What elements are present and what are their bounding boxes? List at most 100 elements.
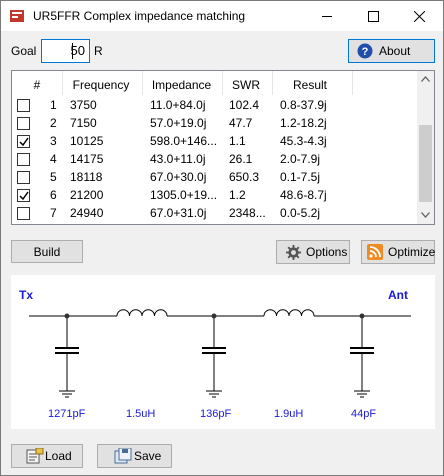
text-caret [72,43,73,59]
row-impedance: 67.0+30.0j [150,170,207,184]
row-impedance: 11.0+84.0j [150,98,206,112]
row-number: 3 [50,134,57,148]
row-number: 4 [50,152,57,166]
row-checkbox[interactable] [17,135,30,148]
row-number: 7 [50,206,57,220]
table-row[interactable]: 1 3750 11.0+84.0j 102.4 0.8-37.9j [12,96,417,114]
row-swr: 2348... [229,206,266,220]
gear-icon [286,245,301,260]
table-scrollbar[interactable] [417,71,434,224]
matching-network-schematic: Tx Ant 1271pF 1.5uH 136pF 1.9uH 44pF [11,275,435,429]
col-frequency-header[interactable]: Frequency [64,78,138,92]
help-icon: ? [357,43,373,59]
row-number: 6 [50,188,57,202]
row-result: 45.3-4.3j [280,134,327,148]
row-frequency: 14175 [70,152,104,166]
col-swr-header[interactable]: SWR [223,78,269,92]
goal-unit: R [94,44,103,58]
row-result: 0.8-37.9j [280,98,327,112]
table-row[interactable]: 6 21200 1305.0+19... 1.2 48.6-8.7j [12,186,417,204]
l1-value: 1.5uH [126,408,156,420]
row-swr: 102.4 [229,98,260,112]
row-checkbox[interactable] [17,207,30,220]
maximize-button[interactable] [351,1,397,31]
rss-icon [367,244,383,260]
c1-value: 1271pF [48,408,86,420]
table-header: # Frequency Impedance SWR Result [12,71,417,96]
optimize-button[interactable]: Optimize [361,240,435,264]
load-icon [26,448,44,464]
row-swr: 26.1 [229,152,253,166]
build-label: Build [33,244,61,259]
table-row[interactable]: 5 18118 67.0+30.0j 650.3 0.1-7.5j [12,168,417,186]
row-swr: 650.3 [229,170,260,184]
row-number: 2 [50,116,57,130]
goal-input[interactable]: 50 [41,39,90,63]
app-icon [10,10,24,22]
row-frequency: 21200 [70,188,104,202]
scroll-down-icon[interactable] [421,212,430,218]
circuit-diagram [29,309,411,398]
l2-value: 1.9uH [274,408,304,420]
row-impedance: 57.0+19.0j [150,116,207,130]
row-result: 0.1-7.5j [280,170,321,184]
row-number: 1 [50,98,57,112]
save-label: Save [134,449,162,463]
c3-value: 44pF [351,408,377,420]
title-bar[interactable]: UR5FFR Complex impedance matching [1,1,443,31]
row-impedance: 67.0+31.0j [150,206,207,220]
load-label: Load [45,449,72,463]
app-window: UR5FFR Complex impedance matching Goal 5… [0,0,444,476]
scroll-up-icon[interactable] [421,76,430,82]
row-frequency: 24940 [70,206,104,220]
row-result: 0.0-5.2j [280,206,321,220]
close-button[interactable] [397,1,443,31]
maximize-icon [368,11,379,22]
col-result-header[interactable]: Result [273,78,347,92]
minimize-icon [322,16,332,17]
row-number: 5 [50,170,57,184]
row-impedance: 598.0+146... [150,134,218,148]
load-button[interactable]: Load [11,444,83,468]
about-button[interactable]: ? About [348,39,435,63]
row-swr: 1.1 [229,134,246,148]
frequency-table[interactable]: # Frequency Impedance SWR Result 1 3750 … [11,70,435,225]
checkmark-icon [19,191,29,201]
row-frequency: 7150 [70,116,97,130]
save-icon [114,448,132,464]
table-row[interactable]: 2 7150 57.0+19.0j 47.7 1.2-18.2j [12,114,417,132]
scrollbar-thumb[interactable] [419,125,432,202]
row-impedance: 43.0+11.0j [150,152,206,166]
table-row[interactable]: 4 14175 43.0+11.0j 26.1 2.0-7.9j [12,150,417,168]
row-checkbox[interactable] [17,153,30,166]
row-frequency: 3750 [70,98,97,112]
minimize-button[interactable] [305,1,351,31]
table-row[interactable]: 3 10125 598.0+146... 1.1 45.3-4.3j [12,132,417,150]
save-button[interactable]: Save [97,444,172,468]
about-label: About [379,44,411,58]
col-num-header[interactable]: # [31,78,43,92]
row-result: 2.0-7.9j [280,152,321,166]
row-swr: 1.2 [229,188,246,202]
window-title: UR5FFR Complex impedance matching [33,9,246,23]
row-frequency: 10125 [70,134,104,148]
close-icon [414,11,425,22]
row-result: 48.6-8.7j [280,188,327,202]
c2-value: 136pF [200,408,232,420]
options-button[interactable]: Options [276,240,350,264]
build-button[interactable]: Build [11,240,83,263]
table-row[interactable]: 7 24940 67.0+31.0j 2348... 0.0-5.2j [12,204,417,222]
row-frequency: 18118 [70,170,103,184]
col-impedance-header[interactable]: Impedance [143,78,220,92]
row-checkbox[interactable] [17,171,30,184]
checkmark-icon [19,137,29,147]
row-checkbox[interactable] [17,99,30,112]
optimize-label: Optimize [388,245,436,259]
svg-text:?: ? [362,46,369,58]
row-checkbox[interactable] [17,189,30,202]
row-checkbox[interactable] [17,117,30,130]
row-result: 1.2-18.2j [280,116,327,130]
row-impedance: 1305.0+19... [150,188,218,202]
goal-label: Goal [11,44,37,58]
options-label: Options [306,245,348,259]
